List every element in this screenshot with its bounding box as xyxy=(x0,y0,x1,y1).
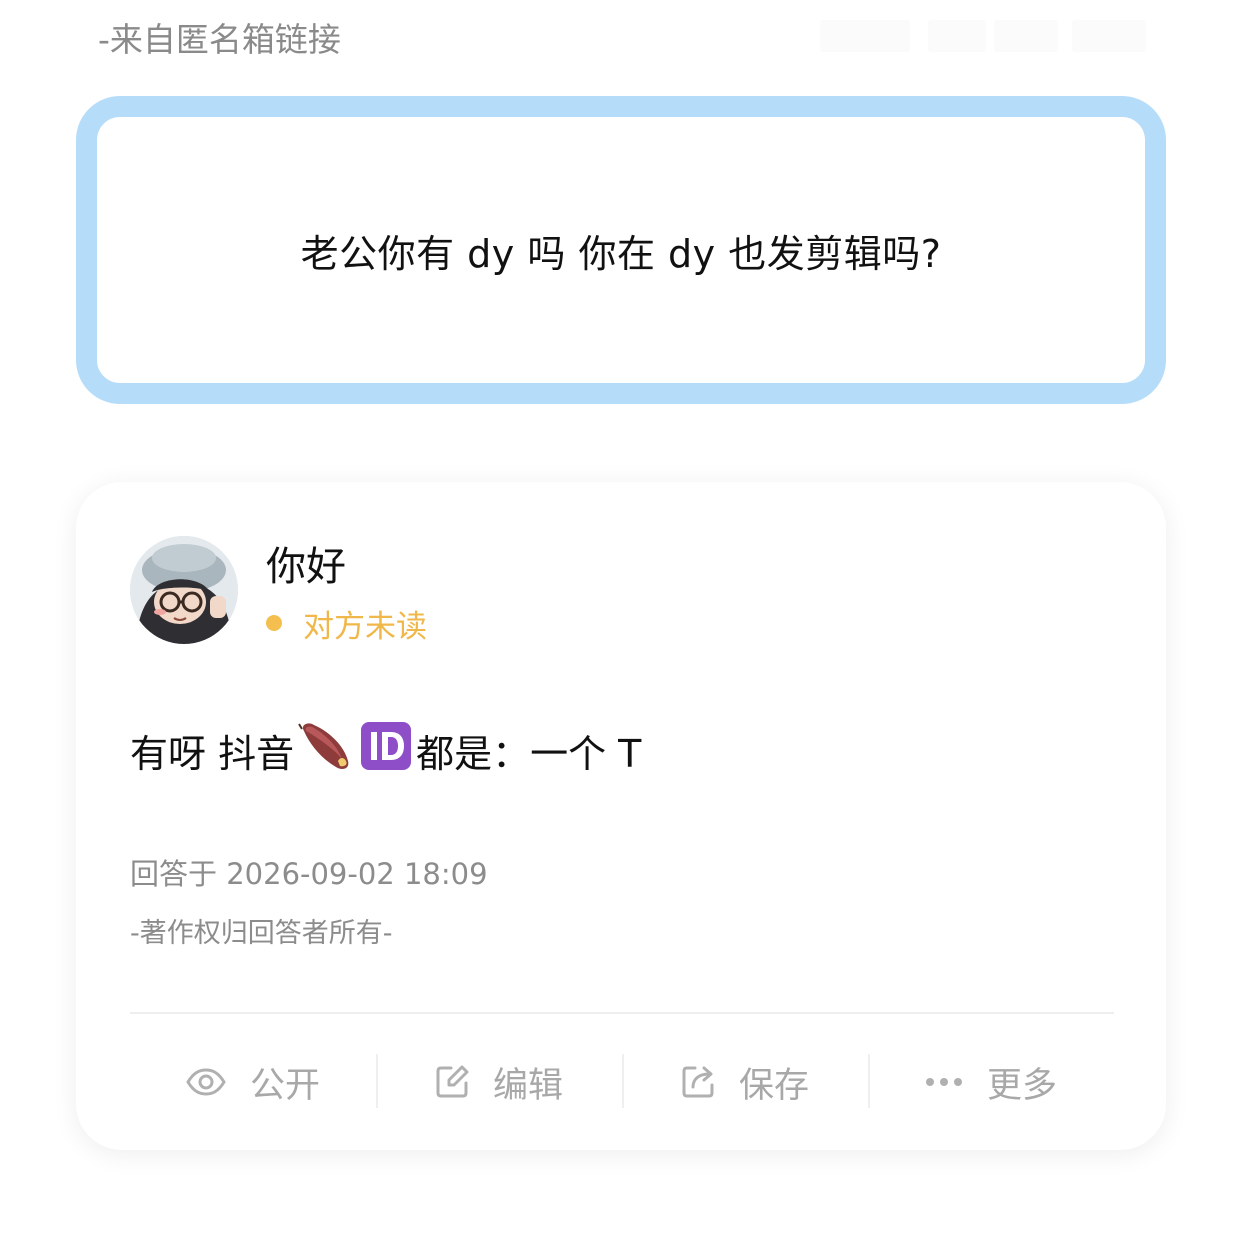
edit-button[interactable]: 编辑 xyxy=(376,1054,622,1110)
status-dot xyxy=(266,615,282,631)
question-box: 老公你有 dy 吗 你在 dy 也发剪辑吗? xyxy=(76,96,1166,404)
answer-card: 你好 对方未读 有呀 抖音 都是：一个 T 回答于 2026-09-02 18:… xyxy=(76,482,1166,1150)
user-name: 你好 xyxy=(266,544,346,590)
answer-text-after: 都是：一个 T xyxy=(416,731,642,776)
avatar[interactable] xyxy=(130,536,238,644)
question-text: 老公你有 dy 吗 你在 dy 也发剪辑吗? xyxy=(300,231,942,276)
watermark xyxy=(820,20,1146,52)
divider xyxy=(130,1012,1114,1014)
eye-icon xyxy=(186,1068,226,1096)
copyright-notice: -著作权归回答者所有- xyxy=(130,918,393,949)
save-button[interactable]: 保存 xyxy=(622,1054,868,1110)
source-label: -来自匿名箱链接 xyxy=(98,20,341,59)
save-button-label: 保存 xyxy=(738,1065,809,1106)
id-icon xyxy=(360,721,412,780)
read-status: 对方未读 xyxy=(266,603,427,645)
action-bar: 公开 编辑 保存 更多 xyxy=(130,1054,1114,1110)
public-button[interactable]: 公开 xyxy=(130,1054,376,1110)
answer-time: 回答于 2026-09-02 18:09 xyxy=(130,857,488,891)
avatar-image xyxy=(130,536,238,644)
answer-text: 有呀 抖音 都是：一个 T xyxy=(130,721,642,780)
read-status-label: 对方未读 xyxy=(303,608,427,645)
public-button-label: 公开 xyxy=(249,1065,320,1106)
more-dots-icon xyxy=(925,1077,963,1087)
answer-text-before: 有呀 抖音 xyxy=(130,731,295,776)
edit-icon xyxy=(435,1065,469,1099)
more-button[interactable]: 更多 xyxy=(868,1054,1114,1110)
edit-button-label: 编辑 xyxy=(492,1065,563,1106)
sweet-potato-icon xyxy=(298,721,352,780)
more-button-label: 更多 xyxy=(986,1065,1057,1106)
share-icon xyxy=(681,1065,715,1099)
